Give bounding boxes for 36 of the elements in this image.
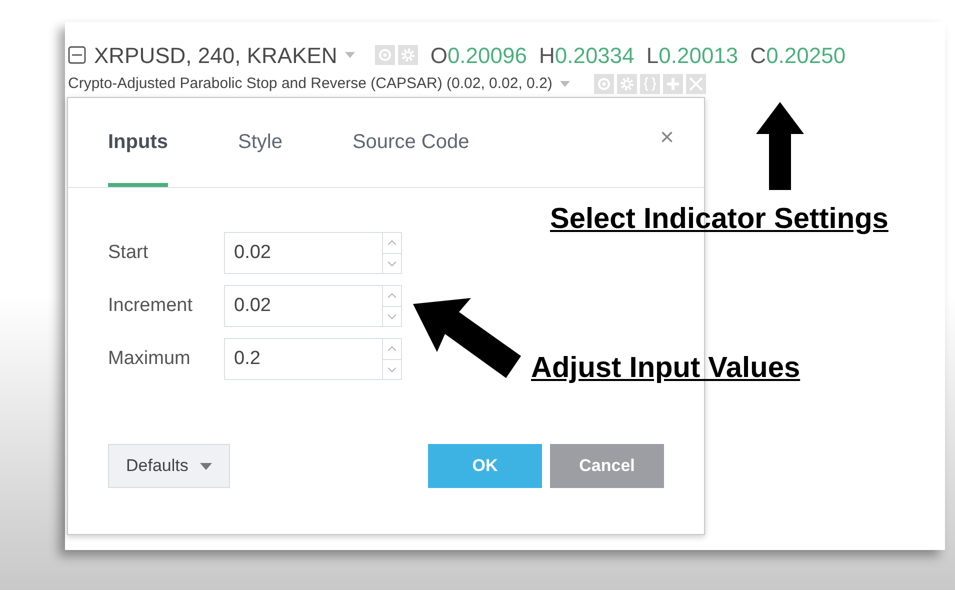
arrow-up-icon (756, 102, 804, 190)
caret-icon[interactable] (560, 81, 570, 87)
ohlc-value: 0.20096 (447, 42, 527, 70)
indicator-title: Crypto-Adjusted Parabolic Stop and Reverse (CAPSAR) (0.02, 0.02, 0.2) (68, 74, 552, 94)
input-label: Maximum (108, 346, 192, 371)
ohlc-value: 0.20013 (658, 42, 738, 70)
arrow-icon (413, 298, 521, 378)
symbol-title: XRPUSD, 240, KRAKEN (94, 42, 338, 70)
input-label: Start (108, 240, 150, 265)
ohlc-label: H (538, 42, 555, 70)
dialog-tab[interactable]: Inputs (108, 127, 168, 187)
defaults-button[interactable]: Defaults (108, 444, 230, 488)
plus-icon[interactable] (663, 74, 684, 94)
ohlc-value: 0.20250 (766, 42, 846, 70)
settings-icon[interactable] (617, 74, 638, 94)
eye-icon[interactable] (594, 74, 614, 94)
number-field[interactable]: 0.02 (224, 285, 402, 327)
annotation-label: Select Indicator Settings (550, 202, 888, 237)
ohlc-label: O (430, 42, 448, 70)
caret-icon[interactable] (345, 52, 356, 58)
close-icon[interactable] (686, 74, 706, 94)
number-field[interactable]: 0.02 (224, 232, 402, 274)
caret-icon (200, 462, 212, 470)
close-button[interactable]: × (660, 126, 674, 150)
settings-icon[interactable] (398, 45, 418, 65)
ohlc-label: C (750, 42, 766, 70)
collapse-icon[interactable] (68, 46, 86, 64)
ohlc-label: L (646, 42, 659, 70)
eye-icon[interactable] (375, 45, 396, 65)
input-label: Increment (108, 294, 194, 318)
dialog-tab[interactable]: Source Code (352, 127, 470, 187)
annotation-label: Adjust Input Values (531, 351, 800, 386)
number-field[interactable]: 0.2 (224, 338, 402, 380)
ohlc-value: 0.20334 (554, 42, 634, 70)
dialog-tab[interactable]: Style (238, 127, 282, 187)
braces-icon[interactable] (640, 74, 660, 94)
